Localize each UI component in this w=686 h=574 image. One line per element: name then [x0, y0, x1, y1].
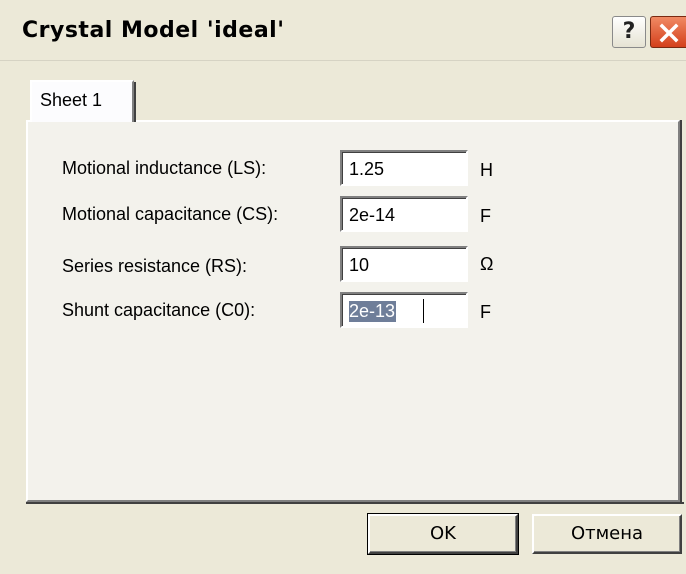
field-label-series-resistance: Series resistance (RS): [62, 256, 248, 276]
dialog-title: Crystal Model 'ideal' [22, 18, 285, 43]
field-label-inductance: Motional inductance (LS): [62, 158, 267, 178]
inductance-input[interactable]: 1.25 [340, 150, 468, 186]
shunt-capacitance-input[interactable]: 2e-13 [340, 292, 468, 328]
series-resistance-unit: Ω [480, 254, 494, 274]
field-label-shunt-capacitance: Shunt capacitance (C0): [62, 300, 256, 320]
motional-capacitance-unit: F [480, 206, 491, 226]
dialog-window: Crystal Model 'ideal' ? Sheet 1 Motional… [0, 0, 686, 574]
motional-capacitance-input[interactable]: 2e-14 [340, 196, 468, 232]
series-resistance-input[interactable]: 10 [340, 246, 468, 282]
close-button[interactable] [650, 16, 686, 48]
motional-capacitance-value: 2e-14 [349, 205, 396, 225]
inductance-value: 1.25 [349, 159, 385, 179]
help-button[interactable]: ? [612, 16, 646, 48]
field-label-motional-capacitance: Motional capacitance (CS): [62, 204, 279, 224]
shunt-capacitance-value: 2e-13 [349, 301, 397, 322]
cancel-button[interactable]: Отмена [532, 514, 682, 554]
ok-button[interactable]: OK [367, 513, 519, 555]
text-caret [423, 299, 424, 323]
close-icon [659, 23, 679, 43]
shunt-capacitance-unit: F [480, 302, 491, 322]
inductance-unit: H [480, 160, 493, 180]
title-bar[interactable]: Crystal Model 'ideal' ? [0, 0, 686, 61]
tab-label: Sheet 1 [40, 90, 103, 110]
series-resistance-value: 10 [349, 255, 370, 275]
tab-sheet-1[interactable]: Sheet 1 [30, 80, 136, 122]
